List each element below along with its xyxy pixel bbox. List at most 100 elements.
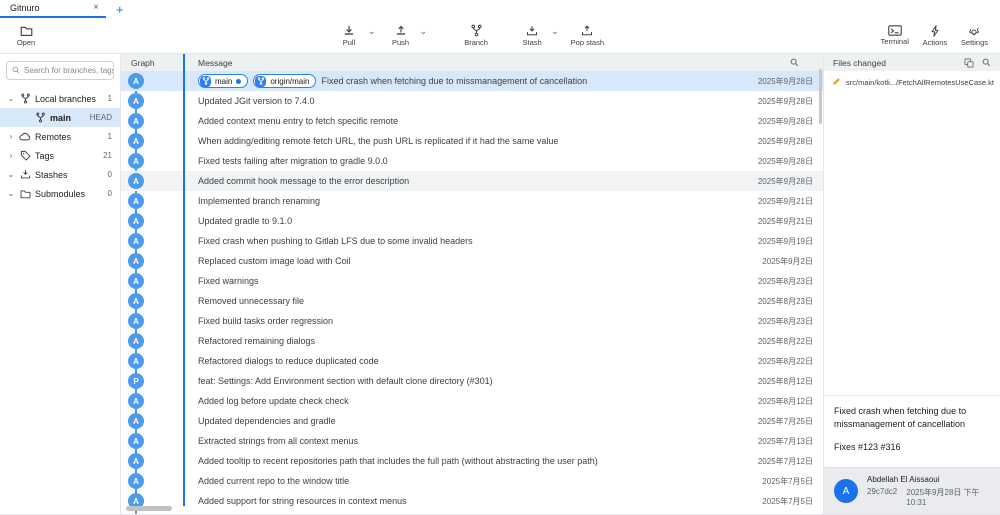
log-header: Graph Message [121,54,823,71]
chevron-icon[interactable]: ⌄ [7,170,15,179]
commit-row[interactable]: AAdded current repo to the window title2… [121,471,823,491]
commit-message-cell: Added context menu entry to fetch specif… [184,116,731,126]
branch-badge-main[interactable]: main [198,74,248,88]
commit-message-cell: Implemented branch renaming [184,196,731,206]
commit-date: 2025年8月22日 [731,356,823,367]
commit-row[interactable]: AFixed crash when pushing to Gitlab LFS … [121,231,823,251]
commit-row[interactable]: Amainorigin/mainFixed crash when fetchin… [121,71,823,91]
commit-message-cell: Added log before update check check [184,396,731,406]
terminal-button[interactable]: Terminal [881,25,909,47]
commit-row[interactable]: AImplemented branch renaming2025年9月21日 [121,191,823,211]
chevron-icon[interactable]: ⌄ [7,189,15,198]
commit-author-avatar: A [128,73,144,89]
commit-author-footer: A Abdellah El Aissaoui 29c7dc2 2025年9月28… [824,467,1000,514]
commit-message-cell: Updated dependencies and gradle [184,416,731,426]
commit-row[interactable]: ARemoved unnecessary file2025年8月23日 [121,291,823,311]
commit-row[interactable]: AUpdated dependencies and gradle2025年7月2… [121,411,823,431]
commit-row[interactable]: AUpdated JGit version to 7.4.02025年9月28日 [121,91,823,111]
graph-cell: A [121,73,184,89]
new-tab-button[interactable]: + [106,0,134,18]
push-button[interactable]: Push [388,25,414,47]
commit-row[interactable]: Pfeat: Settings: Add Environment section… [121,371,823,391]
badge-label: origin/main [270,77,309,86]
commit-message-cell: feat: Settings: Add Environment section … [184,376,731,386]
log-search-icon[interactable] [790,58,799,67]
close-icon[interactable]: × [93,3,99,13]
commit-date: 2025年9月28日 [731,96,823,107]
diff-view-icon[interactable] [964,58,974,68]
item-count: 1 [108,94,112,103]
commit-message-text: Added support for string resources in co… [198,496,407,506]
commit-row[interactable]: AAdded tooltip to recent repositories pa… [121,451,823,471]
sidebar-item-submodules[interactable]: ⌄Submodules0 [0,184,120,203]
pop-stash-button[interactable]: Pop stash [571,25,604,47]
commit-row[interactable]: ARefactored dialogs to reduce duplicated… [121,351,823,371]
commit-row[interactable]: AUpdated gradle to 9.1.02025年9月21日 [121,211,823,231]
commit-row[interactable]: ARefactored remaining dialogs2025年8月22日 [121,331,823,351]
tracking-dot-icon [236,79,241,84]
commit-author-avatar: A [128,453,144,469]
push-dropdown-chevron-icon[interactable]: ⌄ [420,26,428,37]
commit-row[interactable]: AAdded support for string resources in c… [121,491,823,511]
tag-icon [19,150,31,161]
commit-message-text: When adding/editing remote fetch URL, th… [198,136,558,146]
sidebar-item-tags[interactable]: ›Tags21 [0,146,120,165]
commit-row[interactable]: AWhen adding/editing remote fetch URL, t… [121,131,823,151]
changed-file-path: src/main/kotli.../FetchAllRemotesUseCase… [846,78,994,87]
graph-cell: A [121,213,184,229]
chevron-icon[interactable]: › [7,132,15,141]
open-button[interactable]: Open [13,25,39,47]
pull-button[interactable]: Pull [336,25,362,47]
commit-message-cell: Updated JGit version to 7.4.0 [184,96,731,106]
commit-row[interactable]: AAdded log before update check check2025… [121,391,823,411]
commit-row[interactable]: AExtracted strings from all context menu… [121,431,823,451]
commit-message-cell: Refactored remaining dialogs [184,336,731,346]
sidebar-item-local-branches[interactable]: ⌄Local branches1 [0,89,120,108]
branch-button[interactable]: Branch [463,24,489,47]
commit-message-cell: Fixed crash when pushing to Gitlab LFS d… [184,236,731,246]
changed-file-row[interactable]: src/main/kotli.../FetchAllRemotesUseCase… [824,71,1000,94]
commit-message-text: Updated JGit version to 7.4.0 [198,96,315,106]
settings-button[interactable]: Settings [961,25,988,47]
commit-date: 2025年7月5日 [731,476,823,487]
commit-row[interactable]: AFixed warnings2025年8月23日 [121,271,823,291]
sidebar-item-main[interactable]: mainHEAD [0,108,120,127]
files-search-icon[interactable] [982,58,991,67]
chevron-icon[interactable]: › [7,151,15,160]
stash-dropdown-chevron-icon[interactable]: ⌄ [551,26,559,37]
commit-message-cell: mainorigin/mainFixed crash when fetching… [184,74,731,88]
commit-author-avatar: A [128,273,144,289]
commit-message-cell: Fixed build tasks order regression [184,316,731,326]
stash-button[interactable]: Stash [519,25,545,47]
commit-date: 2025年9月19日 [731,236,823,247]
actions-button[interactable]: Actions [922,25,948,47]
commit-log-panel: Graph Message Amain origin/main Fixed cras… [121,54,823,514]
commit-row[interactable]: A Added context menu entry to fetch speci… [121,111,823,131]
vertical-scrollbar[interactable] [819,69,822,124]
commit-message-cell: Added current repo to the window title [184,476,731,486]
commit-row[interactable]: AReplaced custom image load with Coil202… [121,251,823,271]
main-area: Search for branches, tags ... ⌄Local bra… [0,54,1000,515]
commit-row[interactable]: AFixed tests failing after migration to … [121,151,823,171]
horizontal-scrollbar[interactable] [126,506,172,511]
terminal-icon [888,25,902,36]
branch-badge-origin-main[interactable]: origin/main [253,74,316,88]
sidebar-item-label: Stashes [35,170,68,180]
search-input[interactable]: Search for branches, tags ... [6,61,114,80]
commit-hash[interactable]: 29c7dc2 [867,487,897,507]
commit-row[interactable]: AFixed build tasks order regression2025年… [121,311,823,331]
branch-icon [255,76,266,87]
commit-row[interactable]: AAdded commit hook message to the error … [121,171,823,191]
commit-date: 2025年8月22日 [731,336,823,347]
tab-gitnuro[interactable]: Gitnuro × [0,0,106,18]
commit-author-avatar: A [128,113,144,129]
sidebar-item-remotes[interactable]: ›Remotes1 [0,127,120,146]
author-name: Abdellah El Aissaoui [867,475,990,484]
commit-message-text: Refactored remaining dialogs [198,336,315,346]
chevron-icon[interactable]: ⌄ [7,94,15,103]
commit-message-cell: Replaced custom image load with Coil [184,256,731,266]
sidebar-item-stashes[interactable]: ⌄Stashes0 [0,165,120,184]
commit-message-text: Fixed build tasks order regression [198,316,333,326]
tab-bar: Gitnuro × + [0,0,1000,18]
pull-dropdown-chevron-icon[interactable]: ⌄ [368,26,376,37]
